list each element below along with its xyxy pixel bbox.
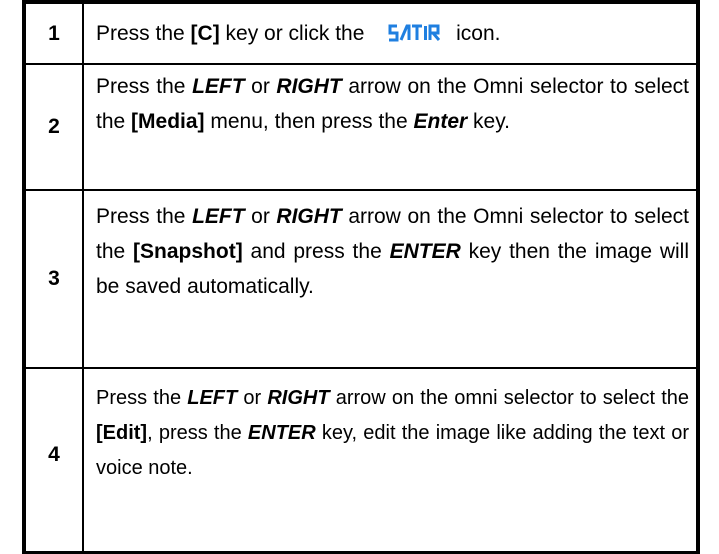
instruction-text: arrow on the omni selector to select the — [329, 387, 689, 409]
instruction-text: menu, then press the — [204, 110, 414, 133]
key-emphasis: LEFT — [192, 75, 245, 98]
key-emphasis: RIGHT — [276, 75, 342, 98]
step-text: Press the LEFT or RIGHT arrow on the Omn… — [82, 189, 700, 369]
instruction-text: , press the — [147, 422, 248, 444]
key-label: [Media] — [131, 110, 205, 133]
instruction-text: or — [237, 387, 268, 409]
key-emphasis: Enter — [413, 110, 468, 133]
step-text: Press the LEFT or RIGHT arrow on the omn… — [82, 367, 700, 554]
key-emphasis: LEFT — [192, 205, 245, 228]
step-number: 2 — [22, 63, 84, 191]
key-label: [Snapshot] — [133, 240, 243, 263]
step-row-2: 2 Press the LEFT or RIGHT arrow on the O… — [22, 63, 700, 191]
instruction-text: Press the — [96, 22, 191, 45]
step-row-4: 4 Press the LEFT or RIGHT arrow on the o… — [22, 367, 700, 554]
key-emphasis: ENTER — [389, 240, 461, 263]
step-row-3: 3 Press the LEFT or RIGHT arrow on the O… — [22, 189, 700, 369]
instruction-text: key. — [467, 110, 510, 133]
instruction-text: Press the — [96, 75, 193, 98]
key-emphasis: ENTER — [247, 422, 316, 444]
key-label: [C] — [190, 22, 220, 45]
step-number: 1 — [22, 0, 84, 65]
key-emphasis: LEFT — [187, 387, 238, 409]
step-number: 4 — [22, 367, 84, 554]
instruction-text: or — [244, 75, 277, 98]
step-text: Press the LEFT or RIGHT arrow on the Omn… — [82, 63, 700, 191]
instructions-table: 1 Press the [C] key or click the SATIR i… — [22, 0, 700, 554]
instruction-text: or — [244, 205, 277, 228]
key-emphasis: RIGHT — [276, 205, 342, 228]
key-label: [Edit] — [96, 422, 148, 444]
instruction-text: Press the — [96, 205, 193, 228]
instruction-text: icon. — [450, 22, 501, 45]
instruction-text: and press the — [242, 240, 390, 263]
instruction-text: Press the — [96, 387, 188, 409]
instruction-text: key or click the — [219, 22, 371, 45]
step-row-1: 1 Press the [C] key or click the SATIR i… — [22, 0, 700, 65]
step-number: 3 — [22, 189, 84, 369]
step-text: Press the [C] key or click the SATIR ico… — [82, 0, 700, 65]
satir-logo-icon: SATIR — [388, 24, 441, 42]
key-emphasis: RIGHT — [267, 387, 330, 409]
